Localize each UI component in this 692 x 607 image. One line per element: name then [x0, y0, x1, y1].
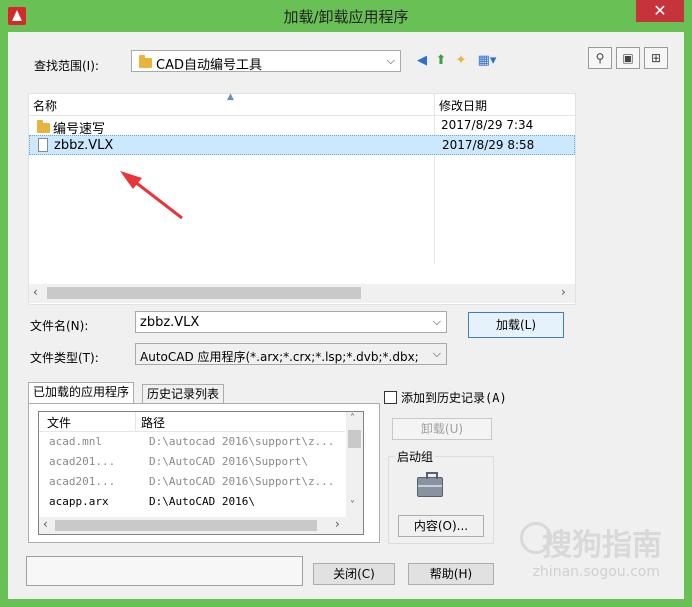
dialog-body: 查找范围(I): CAD自动编号工具 ⌵ ◀ ⬆ ✦ ▦▾ ⚲ ▣ ⊞ 名称 ▲… — [8, 32, 684, 599]
app-path: D:\autocad 2016\support\z... — [149, 435, 335, 448]
filename-value: zbbz.VLX — [140, 315, 200, 330]
tab-history-list[interactable]: 历史记录列表 — [142, 384, 225, 404]
briefcase-icon — [417, 472, 443, 497]
scroll-up-icon[interactable]: ˄ — [350, 413, 355, 424]
help-button[interactable]: 帮助(H) — [408, 563, 494, 585]
title-bar[interactable]: 加载/卸载应用程序 ✕ — [0, 0, 692, 32]
scroll-right-icon[interactable]: › — [335, 517, 340, 531]
close-button[interactable]: 关闭(C) — [313, 563, 395, 585]
loaded-apps-list[interactable]: 文件 路径 acad.mnl D:\autocad 2016\support\z… — [38, 411, 364, 535]
watermark-brand: 搜狗指南 — [542, 528, 662, 563]
scroll-left-icon[interactable]: ‹ — [43, 517, 48, 531]
window-close-button[interactable]: ✕ — [636, 0, 684, 22]
column-divider — [135, 412, 136, 432]
scroll-thumb[interactable] — [55, 520, 317, 531]
column-path-label: 路径 — [141, 416, 166, 430]
chevron-down-icon: ⌵ — [432, 315, 441, 328]
status-box — [26, 556, 303, 586]
scroll-thumb[interactable] — [348, 430, 361, 448]
app-file: acad201... — [49, 475, 116, 488]
app-path: D:\AutoCAD 2016\Support\z... — [149, 475, 335, 488]
filetype-label: 文件类型(T): — [30, 351, 99, 365]
app-file: acapp.arx — [49, 495, 109, 508]
add-history-checkbox[interactable] — [384, 391, 397, 404]
filename-label: 文件名(N): — [30, 319, 89, 333]
load-button[interactable]: 加载(L) — [468, 312, 564, 338]
add-history-label: 添加到历史记录(A) — [401, 391, 507, 405]
window-title: 加载/卸载应用程序 — [283, 8, 409, 26]
column-file-label: 文件 — [47, 416, 72, 430]
tab-loaded-apps[interactable]: 已加载的应用程序 — [28, 382, 135, 404]
contents-button[interactable]: 内容(O)... — [398, 515, 484, 537]
app-file: acad201... — [49, 455, 116, 468]
startup-suite-group: 启动组 内容(O)... — [388, 448, 494, 544]
startup-group-label: 启动组 — [395, 448, 436, 465]
unload-button[interactable]: 卸载(U) — [392, 418, 492, 440]
filename-combo[interactable]: zbbz.VLX ⌵ — [135, 311, 447, 333]
filetype-combo[interactable]: AutoCAD 应用程序(*.arx;*.crx;*.lsp;*.dvb;*.d… — [135, 343, 447, 365]
loaded-list-header: 文件 路径 — [39, 412, 345, 432]
loaded-apps-panel: 文件 路径 acad.mnl D:\autocad 2016\support\z… — [28, 403, 380, 543]
vertical-scrollbar[interactable]: ˄ ˅ — [346, 412, 363, 518]
loaded-app-row[interactable]: acapp.arx D:\AutoCAD 2016\ — [39, 492, 345, 512]
app-path: D:\AutoCAD 2016\ — [149, 495, 255, 508]
loaded-app-row[interactable]: acad.mnl D:\autocad 2016\support\z... — [39, 432, 345, 452]
watermark-url: zhinan.sogou.com — [532, 564, 660, 580]
loaded-app-row[interactable]: acad201... D:\AutoCAD 2016\Support\ — [39, 452, 345, 472]
filetype-value: AutoCAD 应用程序(*.arx;*.crx;*.lsp;*.dvb;*.d… — [140, 350, 419, 364]
horizontal-scrollbar[interactable]: ‹ › — [39, 517, 363, 534]
scroll-down-icon[interactable]: ˅ — [350, 500, 355, 511]
app-file: acad.mnl — [49, 435, 102, 448]
loaded-app-row[interactable]: acad201... D:\AutoCAD 2016\Support\z... — [39, 472, 345, 492]
app-path: D:\AutoCAD 2016\Support\ — [149, 455, 308, 468]
chevron-down-icon: ⌵ — [432, 347, 441, 360]
